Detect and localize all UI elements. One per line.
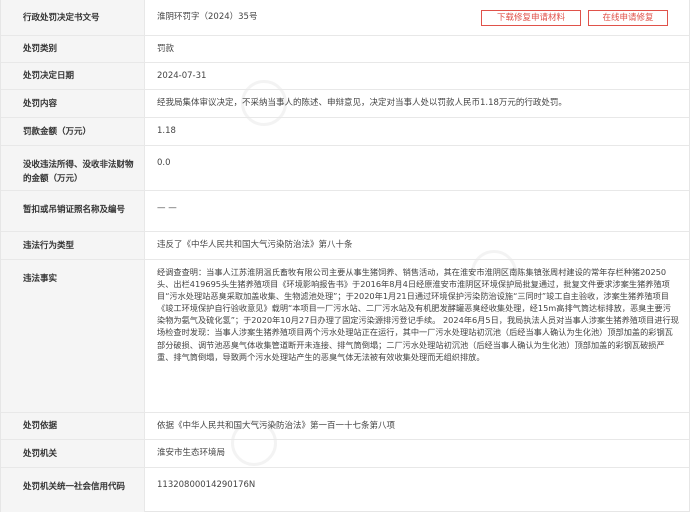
row-decision-date: 处罚决定日期 2024-07-31 bbox=[1, 63, 689, 90]
row-category: 处罚类别 罚款 bbox=[1, 36, 689, 63]
row-value: 淮安市生态环境局 bbox=[157, 448, 226, 459]
row-label: 暂扣或吊销证照名称及编号 bbox=[1, 191, 145, 231]
row-label: 处罚机关统一社会信用代码 bbox=[1, 468, 145, 512]
row-penalty-authority: 处罚机关 淮安市生态环境局 bbox=[1, 440, 689, 468]
row-label: 处罚内容 bbox=[1, 90, 145, 117]
row-fine-amount: 罚款金额（万元） 1.18 bbox=[1, 118, 689, 146]
row-label: 违法行为类型 bbox=[1, 232, 145, 259]
row-violation-facts: 违法事实 经调查查明：当事人江苏淮阴温氏畜牧有限公司主要从事生猪饲养、销售活动，… bbox=[1, 260, 689, 413]
row-label: 处罚依据 bbox=[1, 413, 145, 439]
row-value: 2024-07-31 bbox=[157, 70, 207, 81]
row-value: 1.18 bbox=[157, 126, 176, 137]
row-value: — — bbox=[157, 203, 177, 213]
row-value: 违反了《中华人民共和国大气污染防治法》第八十条 bbox=[157, 240, 353, 251]
online-repair-apply-button[interactable]: 在线申请修复 bbox=[588, 10, 668, 26]
row-label: 行政处罚决定书文号 bbox=[1, 0, 145, 35]
row-violation-type: 违法行为类型 违反了《中华人民共和国大气污染防治法》第八十条 bbox=[1, 232, 689, 260]
row-credit-code: 处罚机关统一社会信用代码 11320800014290176N bbox=[1, 468, 689, 512]
penalty-detail-table: 行政处罚决定书文号 淮阴环罚字（2024）35号 下载修复申请材料 在线申请修复… bbox=[0, 0, 690, 512]
row-value: 经我局集体审议决定，不采纳当事人的陈述、申辩意见，决定对当事人处以罚款人民币1.… bbox=[157, 98, 567, 109]
row-label: 处罚机关 bbox=[1, 440, 145, 467]
row-value: 依据《中华人民共和国大气污染防治法》第一百一十七条第八项 bbox=[157, 420, 396, 431]
row-label: 没收违法所得、没收非法财物的金额（万元） bbox=[1, 146, 145, 190]
row-label: 罚款金额（万元） bbox=[1, 118, 145, 145]
row-license: 暂扣或吊销证照名称及编号 — — bbox=[1, 191, 689, 232]
row-doc-number: 行政处罚决定书文号 淮阴环罚字（2024）35号 下载修复申请材料 在线申请修复 bbox=[1, 0, 689, 36]
row-label: 违法事实 bbox=[1, 260, 145, 412]
download-repair-materials-button[interactable]: 下载修复申请材料 bbox=[481, 10, 581, 26]
row-penalty-content: 处罚内容 经我局集体审议决定，不采纳当事人的陈述、申辩意见，决定对当事人处以罚款… bbox=[1, 90, 689, 118]
row-value: 11320800014290176N bbox=[157, 480, 256, 490]
row-confiscation-amount: 没收违法所得、没收非法财物的金额（万元） 0.0 bbox=[1, 146, 689, 191]
row-label: 处罚决定日期 bbox=[1, 63, 145, 89]
row-penalty-basis: 处罚依据 依据《中华人民共和国大气污染防治法》第一百一十七条第八项 bbox=[1, 413, 689, 440]
row-label: 处罚类别 bbox=[1, 36, 145, 62]
row-value: 经调查查明：当事人江苏淮阴温氏畜牧有限公司主要从事生猪饲养、销售活动，其在淮安市… bbox=[157, 267, 679, 362]
row-value: 罚款 bbox=[157, 43, 175, 54]
row-value: 0.0 bbox=[157, 158, 171, 168]
